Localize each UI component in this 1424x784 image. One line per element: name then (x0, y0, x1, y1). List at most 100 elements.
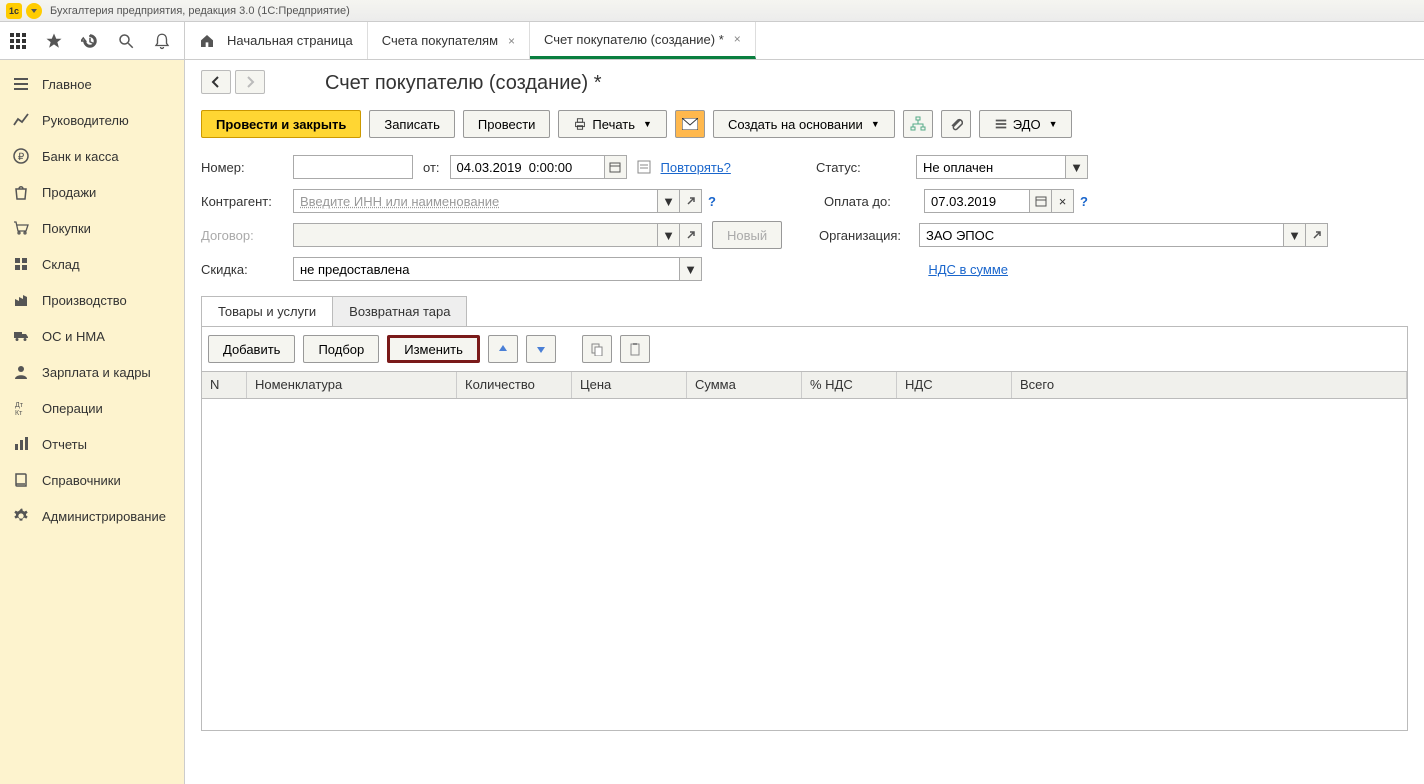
col-total[interactable]: Всего (1012, 372, 1407, 398)
status-input[interactable] (916, 155, 1066, 179)
sidebar-item-admin[interactable]: Администрирование (0, 498, 184, 534)
contract-dropdown-button[interactable]: ▼ (658, 223, 680, 247)
calendar-button[interactable] (605, 155, 627, 179)
col-n[interactable]: N (202, 372, 247, 398)
col-price[interactable]: Цена (572, 372, 687, 398)
structure-icon (910, 116, 926, 132)
sidebar-item-warehouse[interactable]: Склад (0, 246, 184, 282)
sidebar-item-production[interactable]: Производство (0, 282, 184, 318)
apps-grid-icon[interactable] (6, 29, 30, 53)
structure-button[interactable] (903, 110, 933, 138)
sidebar-item-label: Отчеты (42, 437, 87, 452)
sidebar-item-catalogs[interactable]: Справочники (0, 462, 184, 498)
move-down-button[interactable] (526, 335, 556, 363)
counterparty-input[interactable] (293, 189, 658, 213)
add-row-button[interactable]: Добавить (208, 335, 295, 363)
operations-icon: ДтКт (12, 399, 30, 417)
nav-back-button[interactable] (201, 70, 231, 94)
tab-invoice-create-label: Счет покупателю (создание) * (544, 32, 724, 47)
help-icon[interactable]: ? (1080, 194, 1088, 209)
sidebar-item-hr[interactable]: Зарплата и кадры (0, 354, 184, 390)
subtab-tare[interactable]: Возвратная тара (332, 296, 467, 326)
repeat-link[interactable]: Повторять? (661, 160, 731, 175)
date-input[interactable] (450, 155, 605, 179)
copy-button[interactable] (582, 335, 612, 363)
action-toolbar: Провести и закрыть Записать Провести Печ… (201, 110, 1408, 138)
history-icon[interactable] (78, 29, 102, 53)
contract-input (293, 223, 658, 247)
change-button[interactable]: Изменить (387, 335, 480, 363)
create-based-on-button[interactable]: Создать на основании▼ (713, 110, 895, 138)
tab-invoices[interactable]: Счета покупателям × (368, 22, 530, 59)
chart-line-icon (12, 111, 30, 129)
from-label: от: (423, 160, 440, 175)
svg-text:Дт: Дт (15, 402, 24, 409)
sidebar-item-label: Покупки (42, 221, 91, 236)
vat-in-sum-link[interactable]: НДС в сумме (928, 262, 1008, 277)
move-up-button[interactable] (488, 335, 518, 363)
print-button[interactable]: Печать▼ (558, 110, 667, 138)
edo-button[interactable]: ЭДО▼ (979, 110, 1073, 138)
discount-label: Скидка: (201, 262, 293, 277)
dropdown-circle-icon[interactable] (26, 3, 42, 19)
nav-forward-button[interactable] (235, 70, 265, 94)
close-icon[interactable]: × (734, 32, 741, 46)
bag-icon (12, 183, 30, 201)
post-and-close-button[interactable]: Провести и закрыть (201, 110, 361, 138)
sidebar-item-label: ОС и НМА (42, 329, 105, 344)
col-nomenclature[interactable]: Номенклатура (247, 372, 457, 398)
sidebar-item-manager[interactable]: Руководителю (0, 102, 184, 138)
sidebar-item-label: Операции (42, 401, 103, 416)
ruble-icon: ₽ (12, 147, 30, 165)
tab-home[interactable]: Начальная страница (185, 22, 368, 59)
repeat-icon[interactable] (637, 160, 651, 174)
tab-home-label: Начальная страница (227, 33, 353, 48)
counterparty-dropdown-button[interactable]: ▼ (658, 189, 680, 213)
book-icon (12, 471, 30, 489)
sidebar-item-operations[interactable]: ДтКт Операции (0, 390, 184, 426)
org-input[interactable] (919, 223, 1284, 247)
sidebar-item-reports[interactable]: Отчеты (0, 426, 184, 462)
subtab-goods[interactable]: Товары и услуги (201, 296, 333, 326)
sidebar-item-main[interactable]: Главное (0, 66, 184, 102)
discount-dropdown-button[interactable]: ▼ (680, 257, 702, 281)
contract-open-button[interactable] (680, 223, 702, 247)
search-icon[interactable] (114, 29, 138, 53)
star-icon[interactable] (42, 29, 66, 53)
paydue-input[interactable] (924, 189, 1030, 213)
col-quantity[interactable]: Количество (457, 372, 572, 398)
discount-input[interactable] (293, 257, 680, 281)
org-dropdown-button[interactable]: ▼ (1284, 223, 1306, 247)
write-button[interactable]: Записать (369, 110, 455, 138)
post-button[interactable]: Провести (463, 110, 551, 138)
close-icon[interactable]: × (508, 34, 515, 48)
sidebar-item-sales[interactable]: Продажи (0, 174, 184, 210)
subtabs: Товары и услуги Возвратная тара (201, 296, 1408, 327)
counterparty-open-button[interactable] (680, 189, 702, 213)
paydue-calendar-button[interactable] (1030, 189, 1052, 213)
status-dropdown-button[interactable]: ▼ (1066, 155, 1088, 179)
attach-button[interactable] (941, 110, 971, 138)
pick-button[interactable]: Подбор (303, 335, 379, 363)
top-bar: Начальная страница Счета покупателям × С… (0, 22, 1424, 60)
help-icon[interactable]: ? (708, 194, 716, 209)
table-header: N Номенклатура Количество Цена Сумма % Н… (202, 371, 1407, 399)
sidebar-item-assets[interactable]: ОС и НМА (0, 318, 184, 354)
col-sum[interactable]: Сумма (687, 372, 802, 398)
contract-label: Договор: (201, 228, 293, 243)
col-vat[interactable]: НДС (897, 372, 1012, 398)
home-icon (199, 33, 215, 49)
sidebar-item-purchases[interactable]: Покупки (0, 210, 184, 246)
tab-invoice-create[interactable]: Счет покупателю (создание) * × (530, 22, 756, 59)
col-vat-pct[interactable]: % НДС (802, 372, 897, 398)
email-button[interactable] (675, 110, 705, 138)
sidebar-item-label: Производство (42, 293, 127, 308)
number-input[interactable] (293, 155, 413, 179)
paydue-label: Оплата до: (824, 194, 924, 209)
org-open-button[interactable] (1306, 223, 1328, 247)
paydue-clear-button[interactable]: × (1052, 189, 1074, 213)
sidebar-item-bank[interactable]: ₽ Банк и касса (0, 138, 184, 174)
paste-button[interactable] (620, 335, 650, 363)
bell-icon[interactable] (150, 29, 174, 53)
bar-chart-icon (12, 435, 30, 453)
